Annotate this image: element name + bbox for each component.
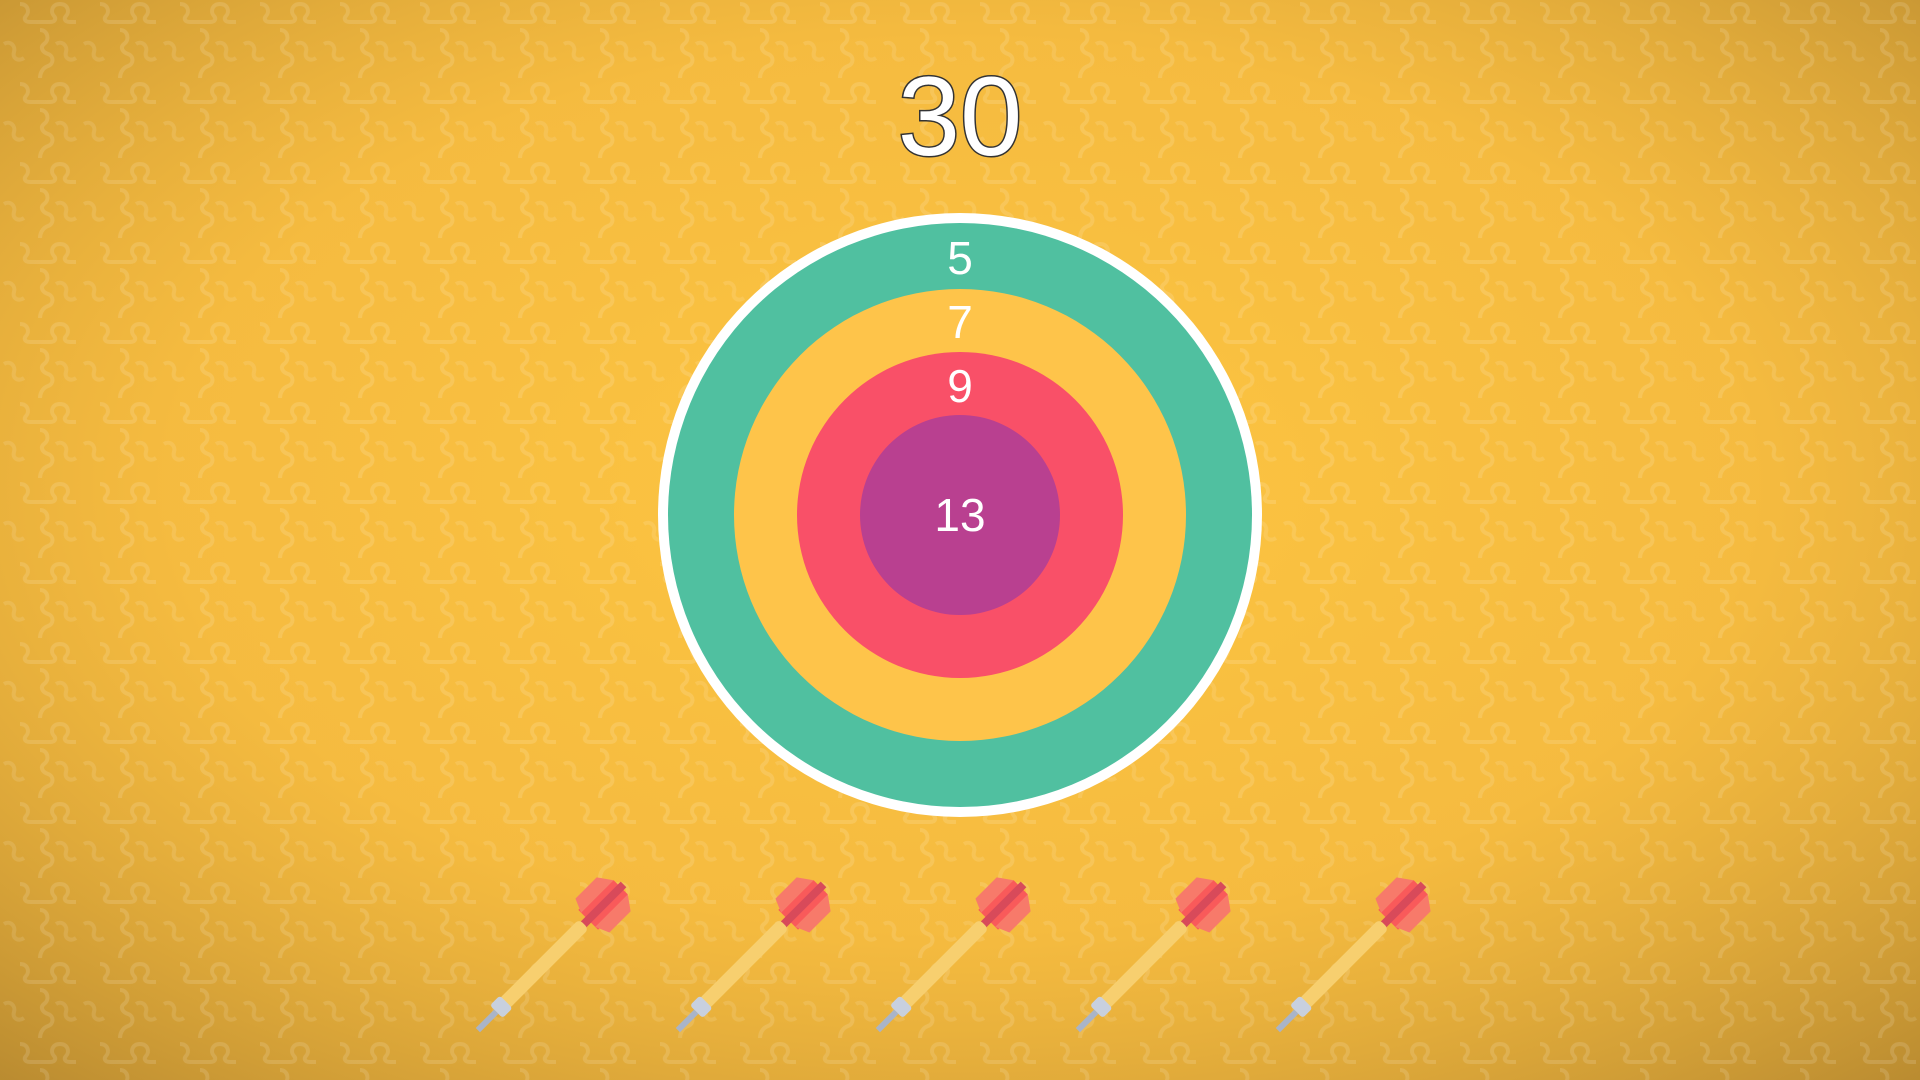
darts-remaining xyxy=(440,848,1480,1068)
ring-5-label: 5 xyxy=(947,232,973,284)
game-stage: 30 5 7 9 13 xyxy=(0,0,1920,1080)
ring-13-label: 13 xyxy=(934,489,986,541)
ring-7-label: 7 xyxy=(947,296,973,348)
dart-icon[interactable] xyxy=(440,848,660,1068)
dart-icon[interactable] xyxy=(1240,848,1460,1068)
ring-9-label: 9 xyxy=(947,360,973,412)
dart-icon[interactable] xyxy=(1040,848,1260,1068)
dart-icon[interactable] xyxy=(640,848,860,1068)
target-score: 30 xyxy=(896,53,1024,181)
dart-icon[interactable] xyxy=(840,848,1060,1068)
dartboard[interactable]: 5 7 9 13 xyxy=(658,213,1262,817)
